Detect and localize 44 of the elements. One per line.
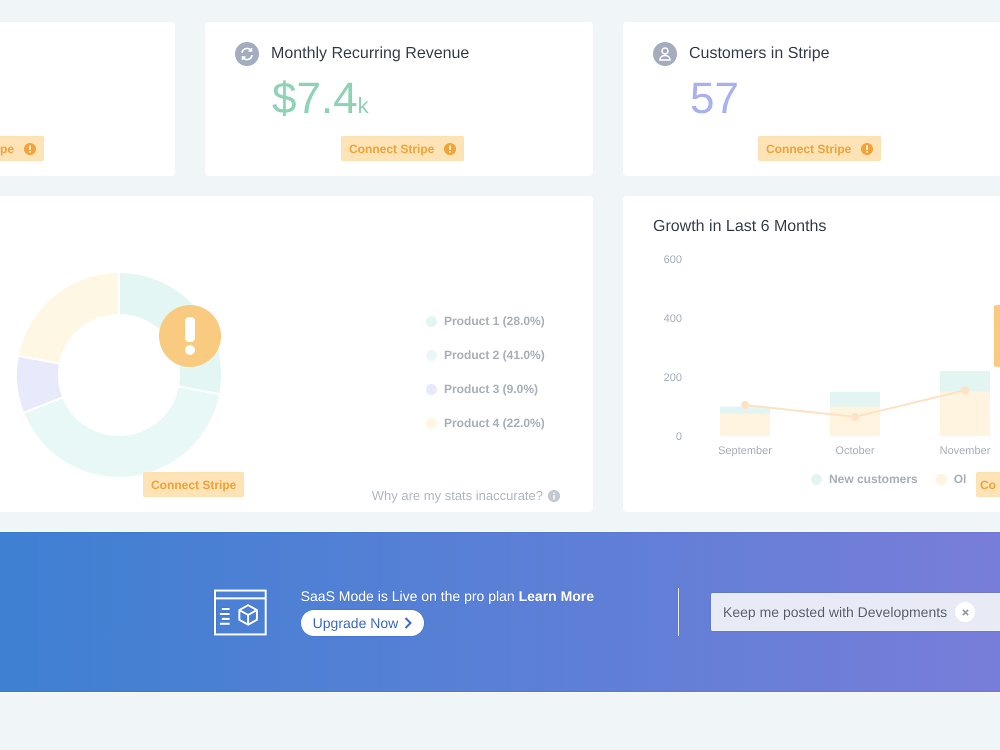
refresh-icon bbox=[235, 42, 259, 66]
learn-more-link[interactable]: Learn More bbox=[518, 588, 594, 604]
subscribe-field[interactable]: Keep me posted with Developments bbox=[711, 593, 1000, 631]
bar-chart: 0 200 400 600 September October November bbox=[623, 246, 1000, 458]
upgrade-now-button[interactable]: Upgrade Now bbox=[300, 610, 424, 636]
connect-stripe-button[interactable]: Connect Stripe bbox=[143, 472, 244, 497]
card-title: Monthly Recurring Revenue bbox=[271, 45, 470, 63]
close-icon bbox=[962, 608, 969, 616]
close-button[interactable] bbox=[955, 602, 976, 622]
y-tick-label: 400 bbox=[664, 313, 682, 325]
card-title: Growth in Last 6 Months bbox=[653, 218, 828, 236]
card-title: Customers in Stripe bbox=[689, 45, 830, 63]
legend-label: Product 3 (9.0%) bbox=[444, 382, 538, 396]
legend-label: Product 2 (41.0%) bbox=[444, 348, 545, 362]
x-tick-label: November bbox=[940, 445, 991, 457]
legend-dot bbox=[811, 474, 822, 484]
warning-icon bbox=[861, 142, 874, 154]
y-tick-label: 200 bbox=[664, 372, 682, 384]
stat-value: $7.4k bbox=[271, 75, 370, 125]
help-link[interactable]: Why are my stats inaccurate? bbox=[372, 488, 560, 503]
promo-message: SaaS Mode is Live on the pro plan bbox=[300, 588, 515, 604]
warning-icon bbox=[159, 305, 221, 367]
legend-label: New customers bbox=[829, 472, 918, 486]
y-tick-label: 600 bbox=[664, 254, 682, 266]
browser-cube-icon bbox=[214, 588, 267, 636]
connect-stripe-button[interactable]: pe bbox=[0, 136, 44, 161]
x-tick-label: September bbox=[718, 445, 772, 457]
info-icon bbox=[548, 490, 560, 502]
user-icon bbox=[653, 42, 677, 66]
chevron-right-icon bbox=[404, 617, 412, 629]
connect-stripe-button[interactable]: Co bbox=[976, 472, 1000, 497]
legend-label: Product 1 (28.0%) bbox=[444, 314, 545, 328]
y-tick-label: 0 bbox=[676, 431, 682, 443]
stat-value: 57 bbox=[689, 75, 740, 123]
x-tick-label: October bbox=[835, 445, 875, 457]
legend-label: Ol bbox=[954, 472, 966, 486]
warning-icon bbox=[444, 142, 456, 154]
warning-icon bbox=[24, 142, 36, 154]
connect-stripe-button[interactable]: Connect Stripe bbox=[341, 136, 464, 161]
legend-dot bbox=[936, 474, 947, 484]
legend-label: Product 4 (22.0%) bbox=[444, 416, 545, 430]
warning-icon bbox=[994, 305, 1000, 367]
subscribe-label: Keep me posted with Developments bbox=[723, 604, 948, 620]
connect-stripe-button[interactable]: Connect Stripe bbox=[758, 136, 882, 161]
